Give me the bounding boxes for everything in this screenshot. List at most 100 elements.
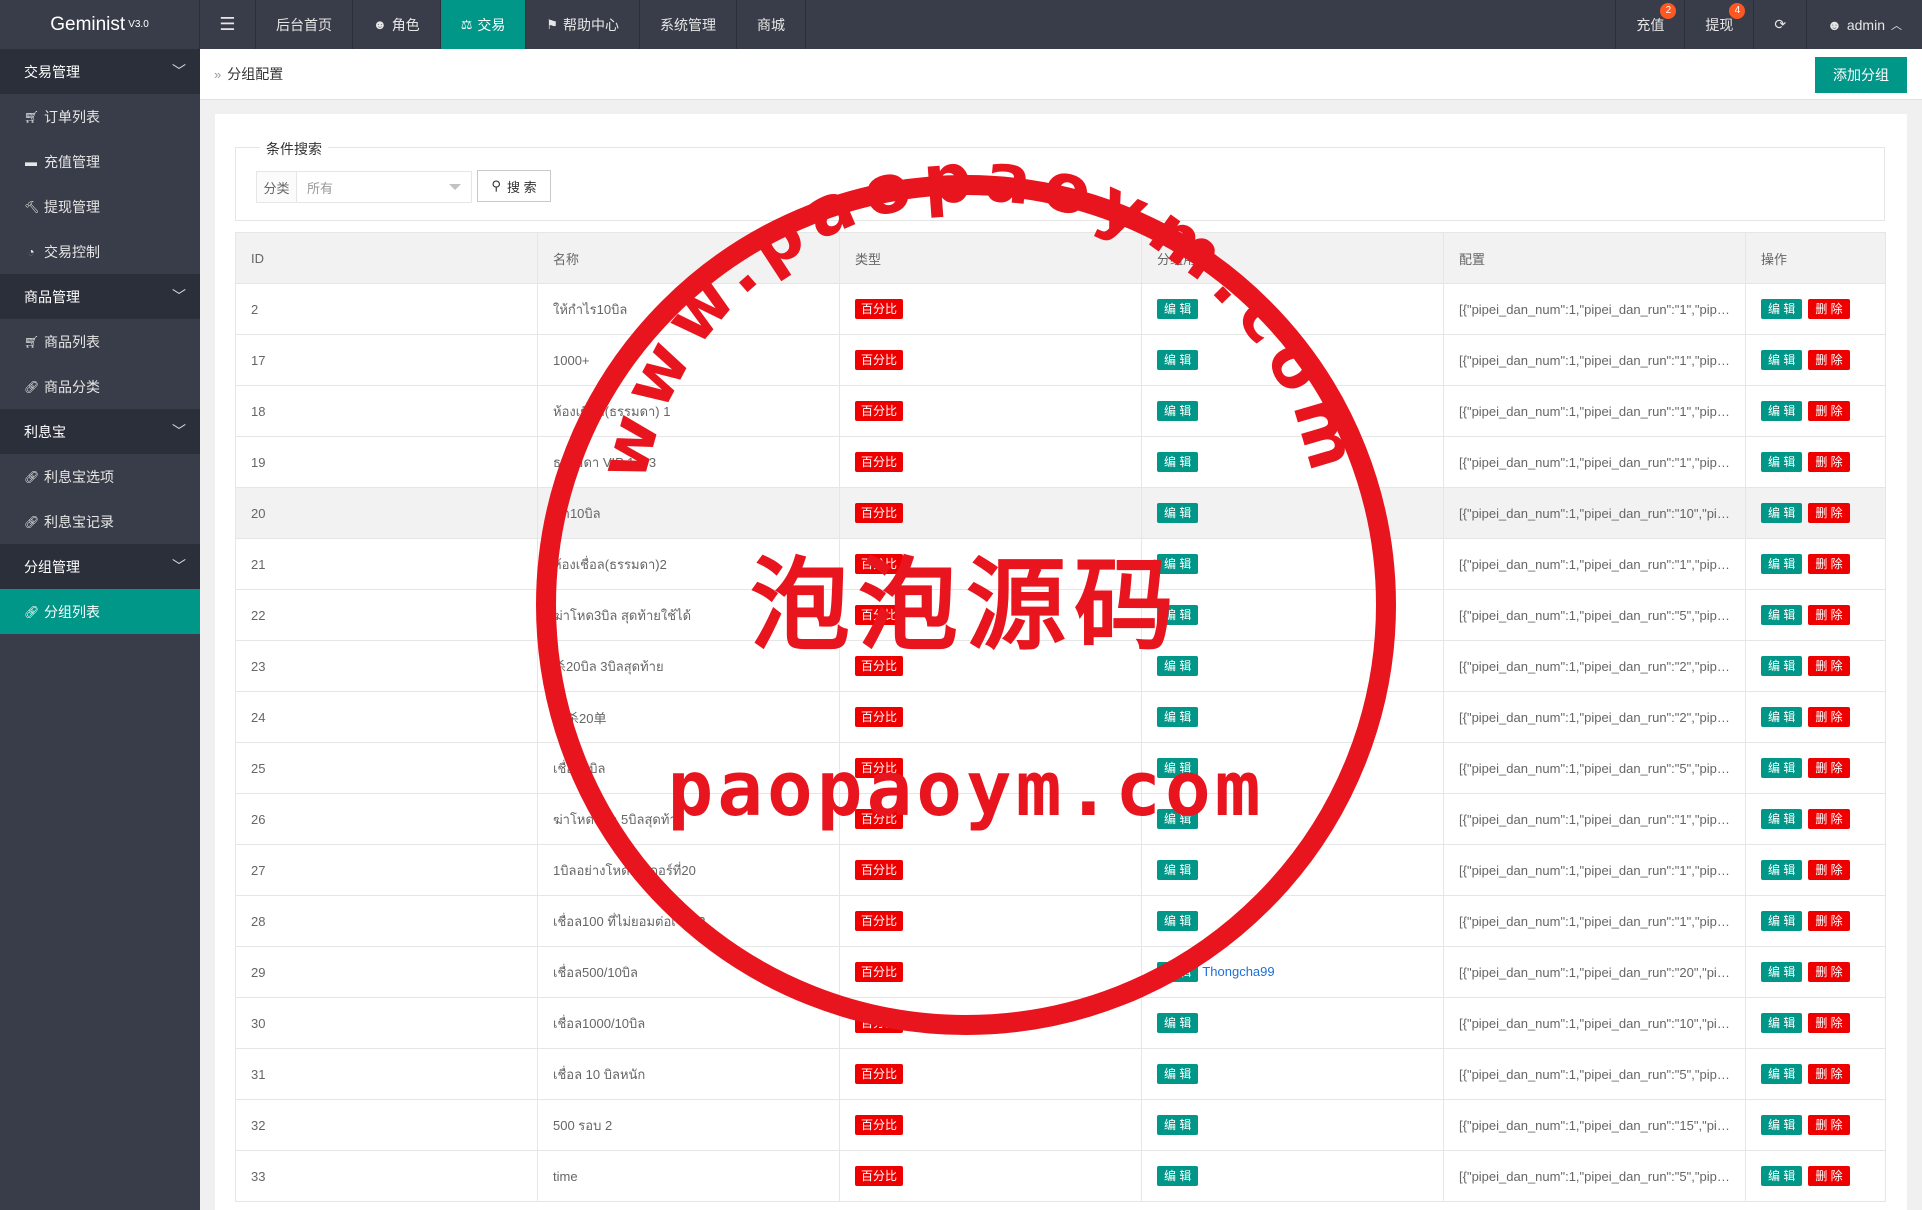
delete-button[interactable]: 删 除 (1808, 350, 1850, 370)
group-user-edit-button[interactable]: 编 辑 (1157, 350, 1199, 370)
edit-button[interactable]: 编 辑 (1761, 758, 1803, 778)
delete-button[interactable]: 删 除 (1808, 860, 1850, 880)
edit-button[interactable]: 编 辑 (1761, 605, 1803, 625)
group-user-edit-button[interactable]: 编 辑 (1157, 1115, 1199, 1135)
delete-button[interactable]: 删 除 (1808, 656, 1850, 676)
group-user-edit-button[interactable]: 编 辑 (1157, 503, 1199, 523)
sidebar-item-trade-control[interactable]: ◔ 交易控制 (0, 229, 200, 274)
edit-button[interactable]: 编 辑 (1761, 401, 1803, 421)
group-user-edit-button[interactable]: 编 辑 (1157, 707, 1199, 727)
group-user-edit-button[interactable]: 编 辑 (1157, 911, 1199, 931)
category-select-value: 所有 (307, 180, 334, 196)
delete-button[interactable]: 删 除 (1808, 758, 1850, 778)
delete-button[interactable]: 删 除 (1808, 911, 1850, 931)
group-user-edit-button[interactable]: 编 辑 (1157, 860, 1199, 880)
group-user-edit-button[interactable]: 编 辑 (1157, 401, 1199, 421)
edit-button[interactable]: 编 辑 (1761, 350, 1803, 370)
sidebar-item-withdraw[interactable]: 🔨︎ 提现管理 (0, 184, 200, 229)
table-row: 23 杀20บิล 3บิลสุดท้าย 百分比 编 辑 [{"pipei_dan_n… (235, 640, 1886, 692)
sidebar-group-trade[interactable]: 交易管理 ﹀ (0, 49, 200, 94)
edit-button[interactable]: 编 辑 (1761, 1166, 1803, 1186)
delete-button[interactable]: 删 除 (1808, 809, 1850, 829)
search-button[interactable]: ⚲ 搜 索 (477, 170, 551, 202)
breadcrumb-separator-icon: » (214, 66, 222, 82)
app-logo[interactable]: Geminist V3.0 (0, 0, 200, 49)
edit-button[interactable]: 编 辑 (1761, 911, 1803, 931)
edit-button[interactable]: 编 辑 (1761, 962, 1803, 982)
edit-button[interactable]: 编 辑 (1761, 503, 1803, 523)
delete-button[interactable]: 删 除 (1808, 401, 1850, 421)
sidebar-item-interest-options[interactable]: 🔗︎ 利息宝选项 (0, 454, 200, 499)
sidebar-item-interest-records[interactable]: 🔗︎ 利息宝记录 (0, 499, 200, 544)
delete-button[interactable]: 删 除 (1808, 299, 1850, 319)
edit-button[interactable]: 编 辑 (1761, 452, 1803, 472)
cell-users: 编 辑 (1141, 844, 1444, 896)
group-user-edit-button[interactable]: 编 辑 (1157, 1064, 1199, 1084)
nav-role[interactable]: ☻ 角色 (353, 0, 441, 49)
cell-actions: 编 辑删 除 (1745, 436, 1886, 488)
withdraw-link[interactable]: 提现 4 (1684, 0, 1753, 49)
delete-button[interactable]: 删 除 (1808, 554, 1850, 574)
cell-users: 编 辑 (1141, 793, 1444, 845)
group-user-link[interactable]: Thongcha99 (1202, 964, 1274, 979)
edit-button[interactable]: 编 辑 (1761, 656, 1803, 676)
group-user-edit-button[interactable]: 编 辑 (1157, 1013, 1199, 1033)
caret-down-icon (449, 184, 461, 190)
sidebar-item-goods-category[interactable]: 🔗︎ 商品分类 (0, 364, 200, 409)
group-user-edit-button[interactable]: 编 辑 (1157, 809, 1199, 829)
recharge-link[interactable]: 充值 2 (1615, 0, 1684, 49)
chevron-up-icon: ︿ (1891, 19, 1902, 32)
category-select[interactable]: 所有 (296, 171, 472, 203)
edit-button[interactable]: 编 辑 (1761, 1064, 1803, 1084)
table-row: 21 ห้องเชื่อล(ธรรมดา)2 百分比 编 辑 [{"pipei_dan_… (235, 538, 1886, 590)
nav-system[interactable]: 系统管理 (640, 0, 737, 49)
edit-button[interactable]: 编 辑 (1761, 1013, 1803, 1033)
group-user-edit-button[interactable]: 编 辑 (1157, 656, 1199, 676)
delete-button[interactable]: 删 除 (1808, 452, 1850, 472)
add-group-button[interactable]: 添加分组 (1815, 57, 1907, 93)
delete-button[interactable]: 删 除 (1808, 1115, 1850, 1135)
delete-button[interactable]: 删 除 (1808, 1013, 1850, 1033)
nav-trade[interactable]: ⚖ 交易 (440, 0, 527, 49)
cell-actions: 编 辑删 除 (1745, 589, 1886, 641)
edit-button[interactable]: 编 辑 (1761, 1115, 1803, 1135)
table-row: 2 ให้กำไร10บิล 百分比 编 辑 [{"pipei_dan_num":1,"… (235, 283, 1886, 335)
edit-button[interactable]: 编 辑 (1761, 860, 1803, 880)
delete-button[interactable]: 删 除 (1808, 1166, 1850, 1186)
group-user-edit-button[interactable]: 编 辑 (1157, 1166, 1199, 1186)
sidebar-group-goods[interactable]: 商品管理 ﹀ (0, 274, 200, 319)
group-user-edit-button[interactable]: 编 辑 (1157, 299, 1199, 319)
group-user-edit-button[interactable]: 编 辑 (1157, 554, 1199, 574)
refresh-button[interactable]: ⟳ (1753, 0, 1806, 49)
edit-button[interactable]: 编 辑 (1761, 299, 1803, 319)
sidebar-item-recharge[interactable]: ▬ 充值管理 (0, 139, 200, 184)
user-menu[interactable]: ☻ admin ︿ (1806, 0, 1922, 49)
sidebar-group-groups[interactable]: 分组管理 ﹀ (0, 544, 200, 589)
sidebar-item-group-list[interactable]: 🔗︎ 分组列表 (0, 589, 200, 634)
group-user-edit-button[interactable]: 编 辑 (1157, 962, 1199, 982)
delete-button[interactable]: 删 除 (1808, 962, 1850, 982)
cell-users: 编 辑 (1141, 640, 1444, 692)
delete-button[interactable]: 删 除 (1808, 1064, 1850, 1084)
cell-users: 编 辑 (1141, 487, 1444, 539)
nav-mall[interactable]: 商城 (737, 0, 806, 49)
nav-help[interactable]: ⚑ 帮助中心 (526, 0, 640, 49)
sidebar-group-interest[interactable]: 利息宝 ﹀ (0, 409, 200, 454)
delete-button[interactable]: 删 除 (1808, 605, 1850, 625)
sidebar-item-orders[interactable]: 🛒︎ 订单列表 (0, 94, 200, 139)
menu-toggle-button[interactable]: ☰ (200, 0, 256, 49)
edit-button[interactable]: 编 辑 (1761, 707, 1803, 727)
group-user-edit-button[interactable]: 编 辑 (1157, 758, 1199, 778)
sidebar-item-goods-list[interactable]: 🛒︎ 商品列表 (0, 319, 200, 364)
cell-config: [{"pipei_dan_num":1,"pipei_dan_run":"1",… (1443, 844, 1746, 896)
sidebar-item-label: 商品列表 (44, 333, 100, 350)
edit-button[interactable]: 编 辑 (1761, 554, 1803, 574)
group-table: ID 名称 类型 分组用户 配置 操作 2 ให้กำไร10บิล 百分比编 辑[… (235, 232, 1886, 1202)
edit-button[interactable]: 编 辑 (1761, 809, 1803, 829)
delete-button[interactable]: 删 除 (1808, 707, 1850, 727)
delete-button[interactable]: 删 除 (1808, 503, 1850, 523)
group-user-edit-button[interactable]: 编 辑 (1157, 605, 1199, 625)
cell-actions: 编 辑删 除 (1745, 793, 1886, 845)
nav-home[interactable]: 后台首页 (256, 0, 353, 49)
group-user-edit-button[interactable]: 编 辑 (1157, 452, 1199, 472)
